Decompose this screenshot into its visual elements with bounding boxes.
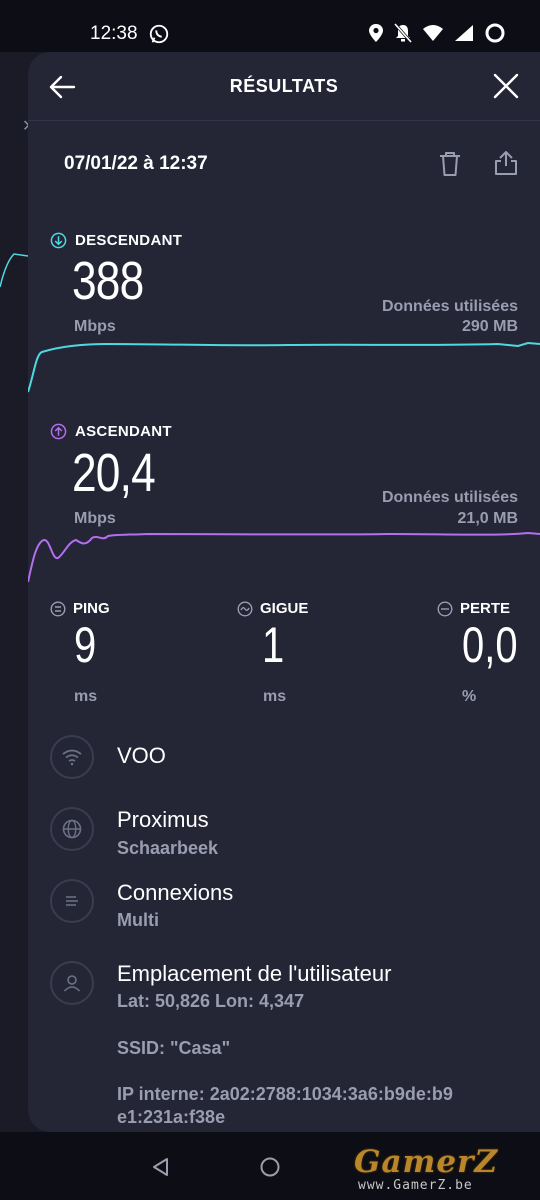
upload-data-used-label: Données utilisées [381, 489, 518, 506]
upload-value: 20,4 [72, 443, 156, 503]
status-time: 12:38 [90, 23, 138, 44]
ping-header: PING [50, 600, 110, 617]
jitter-label: GIGUE [260, 600, 309, 617]
location-icon-badge [50, 961, 94, 1005]
upload-icon [50, 423, 67, 440]
status-bar: 12:38 [0, 0, 540, 52]
page-title: RÉSULTATS [229, 76, 339, 96]
loss-value: 0,0 [462, 617, 518, 673]
download-data-used-label: Données utilisées [381, 298, 518, 315]
server-location: Schaarbeek [117, 838, 219, 858]
jitter-value: 1 [262, 617, 285, 673]
share-icon[interactable] [492, 149, 520, 177]
download-label: DESCENDANT [75, 232, 183, 249]
wifi-network-name: VOO [117, 743, 166, 768]
connections-icon [66, 896, 78, 906]
wifi-network-icon-badge [50, 735, 94, 779]
user-coordinates: Lat: 50,826 Lon: 4,347 [117, 991, 305, 1011]
location-icon [369, 24, 383, 42]
internal-ip-line-1: IP interne: 2a02:2788:1034:3a6:b9de:b9 [117, 1084, 453, 1104]
jitter-unit: ms [263, 688, 287, 705]
ping-value: 9 [74, 617, 97, 673]
download-icon [50, 232, 67, 249]
jitter-header: GIGUE [237, 600, 308, 617]
watermark-logo: GamerZ [354, 1144, 499, 1180]
result-datetime: 07/01/22 à 12:37 [64, 153, 208, 174]
signal-icon [455, 25, 473, 41]
loss-header: PERTE [437, 600, 510, 617]
wifi-icon [423, 25, 443, 41]
jitter-icon [237, 600, 253, 617]
connections-icon-badge [50, 879, 94, 923]
ping-unit: ms [74, 688, 98, 705]
header-divider [28, 120, 540, 121]
nav-back-icon[interactable] [150, 1156, 172, 1178]
connections-mode: Multi [117, 910, 159, 930]
battery-icon [485, 23, 505, 43]
upload-graph [28, 531, 540, 583]
connections-title: Connexions [117, 880, 234, 905]
user-icon [63, 975, 81, 992]
ssid-info: SSID: "Casa" [117, 1038, 231, 1058]
user-location-title: Emplacement de l'utilisateur [117, 961, 392, 986]
close-icon[interactable] [492, 72, 520, 100]
header: RÉSULTATS [28, 52, 540, 120]
globe-icon [62, 819, 82, 839]
upload-header: ASCENDANT [50, 423, 172, 440]
bell-off-icon [394, 23, 412, 43]
results-sheet: RÉSULTATS 07/01/22 à 12:37 DESCENDANT 38… [28, 52, 540, 1132]
nav-home-icon[interactable] [259, 1156, 281, 1178]
upload-label: ASCENDANT [75, 423, 172, 440]
loss-unit: % [462, 688, 477, 705]
ping-icon [50, 600, 66, 617]
loss-label: PERTE [460, 600, 511, 617]
download-value: 388 [72, 251, 144, 311]
server-icon-badge [50, 807, 94, 851]
download-graph [28, 341, 540, 393]
background-graph [0, 253, 28, 288]
loss-icon [437, 600, 453, 617]
wifi-icon [62, 749, 82, 766]
watermark-url: www.GamerZ.be [358, 1178, 473, 1193]
trash-icon[interactable] [436, 150, 464, 178]
internal-ip-line-2: e1:231a:f38e [117, 1107, 226, 1127]
ping-label: PING [73, 600, 110, 617]
whatsapp-icon [149, 24, 169, 44]
server-name: Proximus [117, 807, 209, 832]
download-header: DESCENDANT [50, 232, 182, 249]
